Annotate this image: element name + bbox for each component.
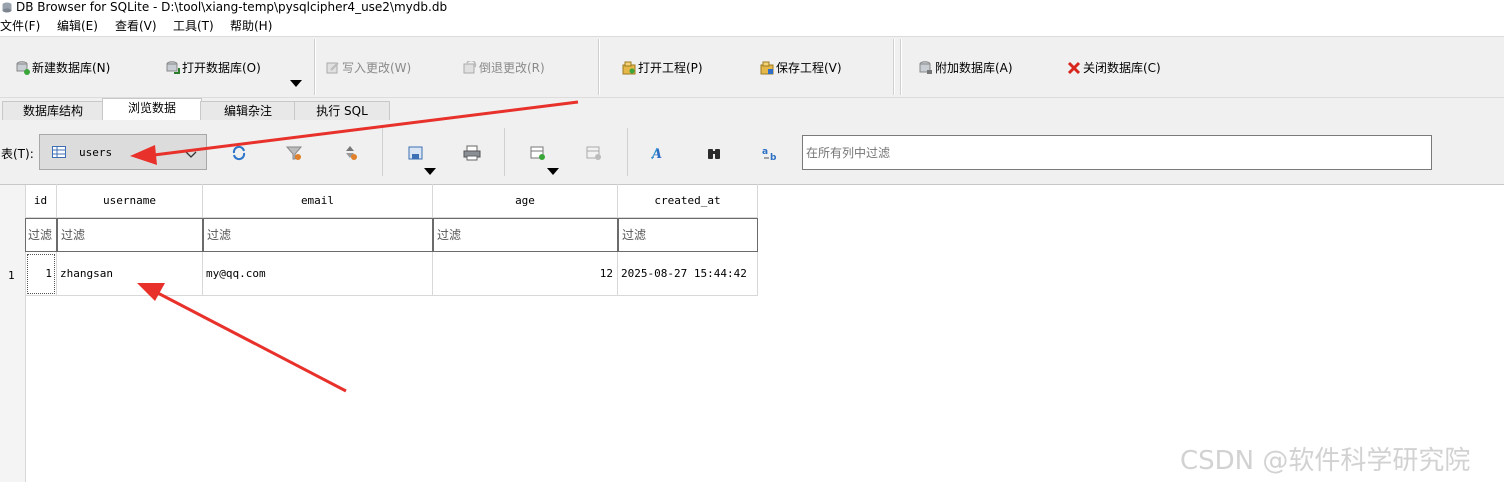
- arrow-to-username-cell: [137, 283, 347, 393]
- annotation-arrows: [130, 100, 579, 393]
- watermark: CSDN @软件科学研究院: [1180, 446, 1471, 476]
- arrow-to-table-select: [130, 100, 579, 165]
